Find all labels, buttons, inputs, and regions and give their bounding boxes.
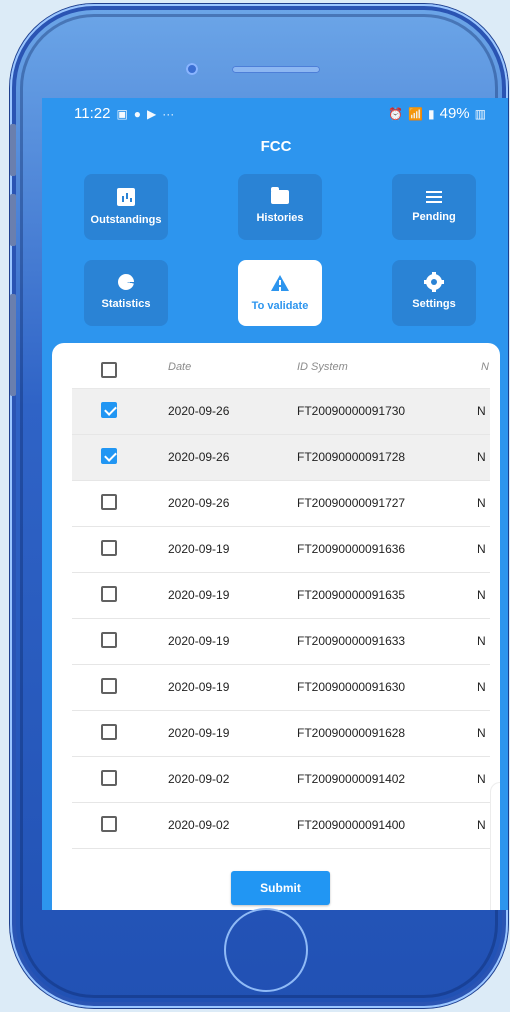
id-system-cell: FT20090000091636 [297,542,406,556]
nav-pending[interactable]: Pending [392,174,476,240]
facebook-icon: ● [133,106,142,121]
n-cell: N [477,542,486,556]
date-cell: 2020-09-02 [168,772,230,786]
front-camera [186,63,198,75]
clock: 11:22 [74,105,111,122]
table-row[interactable]: 2020-09-26 FT20090000091730 N [72,389,490,435]
n-cell: N [477,450,486,464]
table-row[interactable]: 2020-09-19 FT20090000091630 N [72,665,490,711]
alarm-icon: ⏰ [388,106,404,121]
row-checkbox[interactable] [101,632,117,648]
date-cell: 2020-09-19 [168,634,230,648]
table-row[interactable]: 2020-09-26 FT20090000091727 N [72,481,490,527]
validation-card: Date ID System N 2020-09-26 FT2009000009… [52,343,500,910]
id-system-cell: FT20090000091402 [297,772,406,786]
nav-histories[interactable]: Histories [238,174,322,240]
nav-pending-label: Pending [412,211,456,223]
folder-icon [271,187,289,204]
nav-outstandings-label: Outstandings [90,214,162,226]
signal-icon: ▮ [428,106,435,121]
row-checkbox[interactable] [101,540,117,556]
volume-up-button [10,124,16,176]
earpiece-speaker [232,66,320,73]
status-bar: 11:22 ▣ ● ▶ ··· ⏰ 📶 ▮ 49% ▥ [42,98,508,124]
id-system-cell: FT20090000091728 [297,450,406,464]
battery-percent: 49% [439,105,470,122]
row-checkbox[interactable] [101,586,117,602]
n-cell: N [477,496,486,510]
column-id-system-header: ID System [297,361,348,373]
validation-table: Date ID System N 2020-09-26 FT2009000009… [52,355,500,849]
row-checkbox[interactable] [101,770,117,786]
date-cell: 2020-09-26 [168,496,230,510]
phone-frame: 11:22 ▣ ● ▶ ··· ⏰ 📶 ▮ 49% ▥ FCC Outstand… [10,4,508,1008]
warning-icon [271,275,289,291]
nav-statistics[interactable]: Statistics [84,260,168,326]
row-checkbox[interactable] [101,724,117,740]
date-cell: 2020-09-19 [168,680,230,694]
n-cell: N [477,818,486,832]
home-button [224,908,308,992]
date-cell: 2020-09-19 [168,542,230,556]
n-cell: N [477,588,486,602]
column-n-header: N [481,361,489,373]
n-cell: N [477,634,486,648]
table-row[interactable]: 2020-09-19 FT20090000091633 N [72,619,490,665]
nav-to-validate-label: To validate [251,300,309,312]
n-cell: N [477,726,486,740]
row-checkbox[interactable] [101,816,117,832]
app-screen: 11:22 ▣ ● ▶ ··· ⏰ 📶 ▮ 49% ▥ FCC Outstand… [42,98,508,910]
settings-icon [424,272,444,292]
date-cell: 2020-09-02 [168,818,230,832]
nav-statistics-label: Statistics [101,298,151,310]
wifi-icon: 📶 [408,106,424,121]
id-system-cell: FT20090000091635 [297,588,406,602]
bar-chart-icon [117,188,135,206]
status-right: ⏰ 📶 ▮ 49% ▥ [388,105,486,122]
date-cell: 2020-09-19 [168,726,230,740]
id-system-cell: FT20090000091400 [297,818,406,832]
app-title: FCC [260,138,292,155]
date-cell: 2020-09-19 [168,588,230,602]
table-row[interactable]: 2020-09-02 FT20090000091400 N [72,803,490,849]
id-system-cell: FT20090000091633 [297,634,406,648]
table-header: Date ID System N [72,355,490,389]
column-date-header: Date [168,361,192,373]
submit-button[interactable]: Submit [231,871,330,905]
nav-to-validate[interactable]: To validate [238,260,322,326]
date-cell: 2020-09-26 [168,450,230,464]
id-system-cell: FT20090000091727 [297,496,406,510]
scroll-indicator[interactable] [490,782,500,910]
row-checkbox[interactable] [101,402,117,418]
id-system-cell: FT20090000091730 [297,404,406,418]
id-system-cell: FT20090000091628 [297,726,406,740]
row-checkbox[interactable] [101,448,117,464]
select-all-checkbox[interactable] [101,362,117,378]
table-row[interactable]: 2020-09-19 FT20090000091628 N [72,711,490,757]
more-icon: ··· [162,106,175,121]
nav-settings-label: Settings [412,298,456,310]
date-cell: 2020-09-26 [168,404,230,418]
nav-outstandings[interactable]: Outstandings [84,174,168,240]
youtube-icon: ▶ [147,106,157,121]
list-icon [426,191,442,203]
pie-chart-icon [118,274,134,290]
power-button [10,294,16,396]
n-cell: N [477,680,486,694]
table-row[interactable]: 2020-09-19 FT20090000091635 N [72,573,490,619]
status-left: 11:22 ▣ ● ▶ ··· [74,105,174,122]
gallery-icon: ▣ [116,106,128,121]
nav-settings[interactable]: Settings [392,260,476,326]
nav-histories-label: Histories [256,212,304,224]
n-cell: N [477,772,486,786]
battery-icon: ▥ [474,106,486,121]
volume-down-button [10,194,16,246]
row-checkbox[interactable] [101,494,117,510]
n-cell: N [477,404,486,418]
table-row[interactable]: 2020-09-02 FT20090000091402 N [72,757,490,803]
id-system-cell: FT20090000091630 [297,680,406,694]
table-row[interactable]: 2020-09-19 FT20090000091636 N [72,527,490,573]
row-checkbox[interactable] [101,678,117,694]
table-row[interactable]: 2020-09-26 FT20090000091728 N [72,435,490,481]
